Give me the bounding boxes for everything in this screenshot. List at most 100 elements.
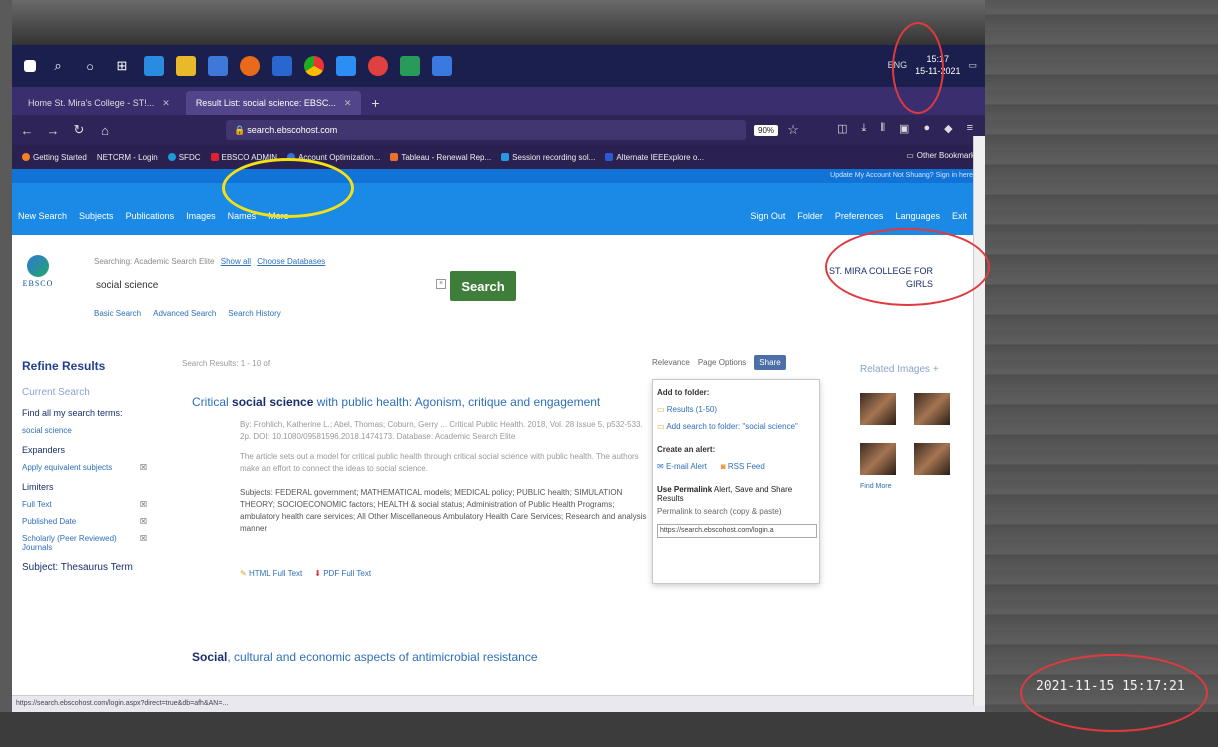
account-strip[interactable]: Update My Account Not Shuang? Sign in he…: [12, 169, 985, 183]
bookmark-item[interactable]: Alternate IEEExplore o...: [605, 153, 704, 162]
other-bookmarks[interactable]: ▭ Other Bookmarks: [906, 151, 979, 160]
remove-icon[interactable]: ☒: [140, 517, 147, 526]
windows-start-icon[interactable]: [24, 60, 36, 72]
file-explorer-icon[interactable]: [176, 56, 196, 76]
result-title[interactable]: Social, cultural and economic aspects of…: [192, 650, 538, 664]
nav-publications[interactable]: Publications: [126, 211, 175, 221]
subject-thesaurus-heading[interactable]: Subject: Thesaurus Term: [22, 562, 147, 573]
results-folder-link[interactable]: ▭ Results (1-50): [657, 405, 815, 414]
notification-icon[interactable]: ▭: [968, 60, 977, 71]
related-images-heading[interactable]: Related Images +: [860, 364, 970, 375]
remove-icon[interactable]: ☒: [140, 463, 147, 472]
bookmark-item[interactable]: NETCRM - Login: [97, 153, 158, 162]
close-icon[interactable]: ✕: [162, 98, 170, 109]
app-icon[interactable]: [368, 56, 388, 76]
background-wall: [985, 0, 1218, 747]
bookmark-item[interactable]: Getting Started: [22, 153, 87, 162]
preferences-link[interactable]: Preferences: [835, 211, 884, 221]
remove-icon[interactable]: ☒: [140, 534, 147, 552]
exit-link[interactable]: Exit: [952, 211, 967, 221]
sidebar-icon[interactable]: ▣: [899, 122, 909, 135]
pdf-fulltext-label: PDF Full Text: [323, 569, 372, 578]
bookmark-item[interactable]: Session recording sol...: [501, 153, 595, 162]
related-images-label: Related Images: [860, 364, 931, 375]
home-icon[interactable]: ⌂: [94, 123, 116, 138]
search-icon[interactable]: ⌕: [48, 56, 68, 76]
bookmark-item[interactable]: SFDC: [167, 153, 201, 162]
tab-home[interactable]: Home St. Mira's College - ST!... ✕: [18, 91, 180, 115]
app-icon[interactable]: [144, 56, 164, 76]
choose-databases-link[interactable]: Choose Databases: [257, 257, 325, 266]
close-icon[interactable]: ✕: [344, 98, 352, 109]
new-tab-icon[interactable]: +: [371, 91, 379, 115]
find-more-link[interactable]: Find More: [860, 483, 970, 490]
page-scrollbar[interactable]: [973, 136, 985, 706]
bookmark-item[interactable]: Tableau - Renewal Rep...: [390, 153, 491, 162]
app-icon[interactable]: [208, 56, 228, 76]
use-permalink-label[interactable]: Use Permalink: [657, 485, 712, 494]
pocket-icon[interactable]: ◫: [837, 122, 847, 135]
menu-icon[interactable]: ≡: [967, 122, 973, 135]
related-image-thumbnail[interactable]: [860, 443, 896, 475]
bookmark-star-icon[interactable]: ☆: [782, 122, 804, 138]
url-bar[interactable]: 🔒 search.ebscohost.com: [226, 120, 746, 140]
languages-link[interactable]: Languages: [895, 211, 940, 221]
limiter-item[interactable]: Scholarly (Peer Reviewed) Journals ☒: [22, 534, 147, 552]
folder-icon: ▭: [906, 151, 914, 160]
search-history-link[interactable]: Search History: [228, 309, 280, 318]
tab-label: Result List: social science: EBSC...: [195, 98, 336, 108]
app-icon[interactable]: [432, 56, 452, 76]
tab-result-list[interactable]: Result List: social science: EBSC... ✕: [185, 91, 362, 115]
folder-link[interactable]: Folder: [797, 211, 823, 221]
related-image-thumbnail[interactable]: [914, 393, 950, 425]
sign-out-link[interactable]: Sign Out: [750, 211, 785, 221]
limiter-item[interactable]: Published Date ☒: [22, 517, 147, 526]
add-search-link[interactable]: ▭ Add search to folder: "social science": [657, 422, 815, 431]
reload-icon[interactable]: ↻: [68, 122, 90, 138]
expander-label: Apply equivalent subjects: [22, 463, 113, 472]
page-options-dropdown[interactable]: Page Options: [698, 358, 746, 367]
current-search-heading[interactable]: Current Search: [22, 387, 147, 398]
search-term[interactable]: social science: [22, 426, 147, 435]
rss-feed-link[interactable]: ◙ RSS Feed: [721, 462, 765, 471]
clear-search-icon[interactable]: ×: [436, 279, 446, 289]
nav-images[interactable]: Images: [186, 211, 216, 221]
back-icon[interactable]: ←: [16, 123, 38, 138]
remove-icon[interactable]: ☒: [140, 500, 147, 509]
app-icon[interactable]: [272, 56, 292, 76]
app-icon[interactable]: [400, 56, 420, 76]
download-icon[interactable]: ⤓: [862, 122, 867, 135]
task-view-icon[interactable]: ⊞: [112, 56, 132, 76]
related-image-thumbnail[interactable]: [914, 443, 950, 475]
nav-new-search[interactable]: New Search: [18, 211, 67, 221]
pdf-fulltext-link[interactable]: ⬇ PDF Full Text: [314, 569, 371, 578]
extension-icon[interactable]: ◆: [944, 122, 952, 135]
advanced-search-link[interactable]: Advanced Search: [153, 309, 216, 318]
basic-search-link[interactable]: Basic Search: [94, 309, 141, 318]
zoom-level[interactable]: 90%: [754, 124, 779, 136]
search-input[interactable]: [90, 273, 440, 297]
relevance-dropdown[interactable]: Relevance: [652, 358, 690, 367]
related-image-thumbnail[interactable]: [860, 393, 896, 425]
forward-icon[interactable]: →: [42, 123, 64, 138]
limiter-item[interactable]: Full Text ☒: [22, 500, 147, 509]
monitor-bezel-left: [0, 0, 12, 747]
chrome-icon[interactable]: [304, 56, 324, 76]
expander-item[interactable]: Apply equivalent subjects ☒: [22, 463, 147, 472]
show-all-link[interactable]: Show all: [221, 257, 251, 266]
html-fulltext-link[interactable]: ✎ HTML Full Text: [240, 569, 302, 578]
permalink-field[interactable]: https://search.ebscohost.com/login.a: [657, 524, 817, 538]
share-button[interactable]: Share: [754, 355, 786, 370]
library-icon[interactable]: ⫴: [880, 122, 885, 135]
app-icon[interactable]: [336, 56, 356, 76]
firefox-icon[interactable]: [240, 56, 260, 76]
result-meta: By: Frohlich, Katherine L.; Abel, Thomas…: [240, 420, 643, 441]
nav-subjects[interactable]: Subjects: [79, 211, 114, 221]
refine-title: Refine Results: [22, 359, 106, 373]
email-alert-link[interactable]: ✉ E-mail Alert: [657, 462, 707, 471]
search-button[interactable]: Search: [450, 271, 516, 301]
cortana-icon[interactable]: ○: [80, 56, 100, 76]
account-icon[interactable]: ●: [923, 122, 930, 135]
ebsco-logo[interactable]: EBSCO: [18, 247, 58, 288]
result-title[interactable]: Critical social science with public heal…: [192, 395, 600, 409]
